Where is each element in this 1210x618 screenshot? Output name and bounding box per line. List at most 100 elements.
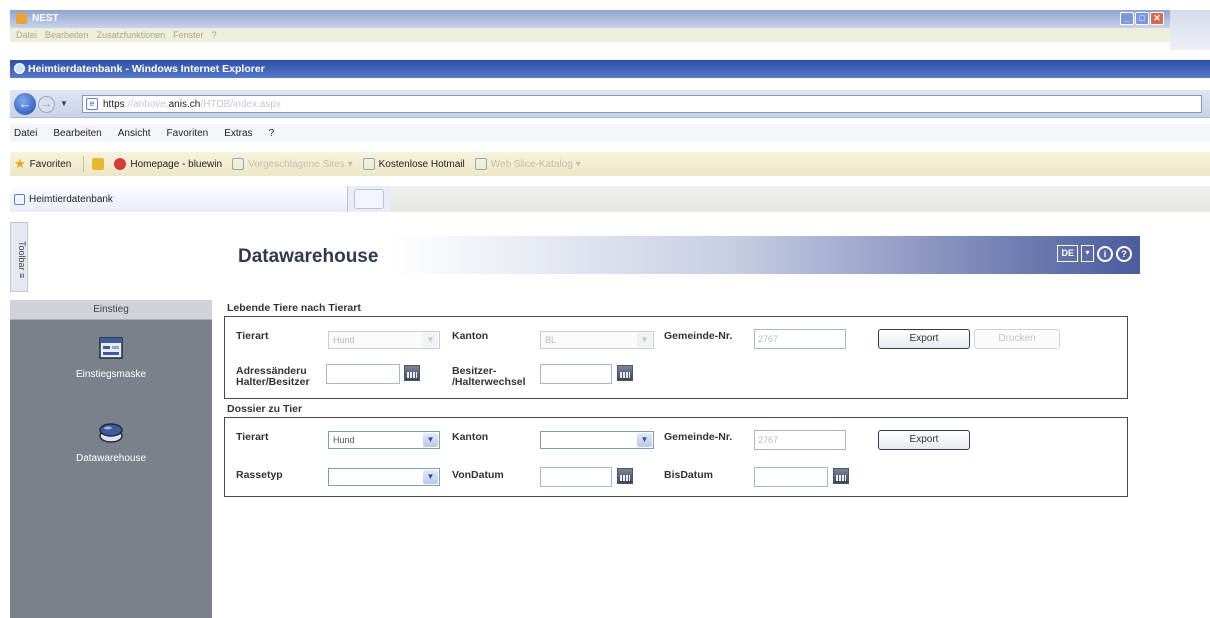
tab-heimtierdatenbank[interactable]: Heimtierdatenbank (10, 186, 348, 212)
page-title: Datawarehouse (238, 246, 379, 267)
gemeinde-label: Gemeinde-Nr. (664, 431, 733, 443)
outer-menu-datei[interactable]: Datei (16, 30, 37, 40)
favorites-label: Favoriten (29, 158, 72, 170)
forward-arrow-icon[interactable]: → (38, 96, 55, 113)
ie-page-icon (362, 158, 375, 170)
chevron-down-icon: ▼ (423, 433, 438, 447)
new-tab-button[interactable] (354, 189, 384, 209)
tab-bar: Heimtierdatenbank (10, 186, 1210, 212)
background-window-strip (1170, 10, 1210, 50)
gemeinde-label: Gemeinde-Nr. (664, 330, 733, 342)
tierart-label: Tierart (236, 431, 269, 443)
url-path: /HTDB/index.aspx (200, 99, 281, 110)
page-icon: e (86, 98, 98, 110)
menu-favoriten[interactable]: Favoriten (167, 128, 209, 139)
besitzerwechsel-label: Besitzer- /Halterwechsel (452, 366, 526, 388)
sidebar-header: Einstieg (10, 300, 212, 320)
address-row: ← → ▼ e https://anbove.anis.ch/HTDB/inde… (10, 90, 1210, 118)
favorites-button[interactable]: ★ Favoriten (14, 156, 71, 172)
sidebar-item-label: Datawarehouse (75, 453, 147, 464)
menu-ansicht[interactable]: Ansicht (118, 128, 151, 139)
select-value: Hund (333, 335, 355, 345)
url-prefix: https (103, 99, 125, 110)
address-url: https://anbove.anis.ch/HTDB/index.aspx (103, 99, 281, 110)
calendar-icon[interactable] (833, 468, 849, 484)
outer-window-titlebar: NEST _ □ ✕ (10, 10, 1170, 28)
toolbar-toggle[interactable]: Toolbar ≡ (10, 222, 28, 292)
fav-web-slice[interactable]: Web Slice-Katalog ▾ (474, 158, 581, 170)
menu-bearbeiten[interactable]: Bearbeiten (53, 128, 101, 139)
calendar-icon[interactable] (404, 365, 420, 381)
tierart-label: Tierart (236, 330, 269, 342)
rassetyp-label: Rassetyp (236, 469, 283, 481)
calendar-icon[interactable] (617, 365, 633, 381)
add-favorite-icon (92, 158, 105, 170)
fav-label: Kostenlose Hotmail (378, 158, 465, 170)
besitzerwechsel-date-input[interactable] (540, 364, 612, 384)
select-value: BL (545, 335, 557, 345)
vondatum-input[interactable] (540, 467, 612, 487)
sidebar-item-einstiegsmaske[interactable]: Einstiegsmaske (10, 336, 212, 380)
fav-homepage-bluewin[interactable]: Homepage - bluewin (114, 158, 222, 170)
calendar-icon[interactable] (617, 468, 633, 484)
tab-label: Heimtierdatenbank (29, 193, 113, 205)
chevron-down-icon: ▼ (423, 470, 438, 484)
address-bar[interactable]: e https://anbove.anis.ch/HTDB/index.aspx (82, 95, 1202, 113)
menu-datei[interactable]: Datei (14, 128, 37, 139)
url-host: anis.ch (168, 99, 201, 110)
outer-menu-bearbeiten[interactable]: Bearbeiten (45, 30, 89, 40)
label-line: Halter/Besitzer (236, 376, 310, 388)
kanton-select[interactable]: ▼ (540, 431, 654, 449)
url-host-faint: ://anbove. (124, 99, 169, 110)
outer-menubar: Datei Bearbeiten Zusatzfunktionen Fenste… (10, 28, 1170, 42)
ie-page-icon (474, 158, 487, 170)
rassetyp-select[interactable]: ▼ (328, 468, 440, 486)
browser-title: Heimtierdatenbank - Windows Internet Exp… (28, 63, 265, 75)
browser-menubar: Datei Bearbeiten Ansicht Favoriten Extra… (10, 124, 1210, 142)
adressaenderung-date-input[interactable] (326, 364, 400, 384)
tierart-select: Hund ▼ (328, 331, 440, 349)
fav-label: Web Slice-Katalog ▾ (490, 158, 581, 170)
fav-label: Homepage - bluewin (130, 158, 223, 170)
minimize-button[interactable]: _ (1120, 12, 1134, 25)
outer-menu-help[interactable]: ? (212, 30, 217, 40)
menu-help[interactable]: ? (269, 128, 275, 139)
menu-extras[interactable]: Extras (224, 128, 252, 139)
ie-icon (14, 63, 25, 74)
app-icon (16, 13, 27, 24)
maximize-button[interactable]: □ (1135, 12, 1149, 25)
history-dropdown-icon[interactable]: ▼ (60, 99, 68, 108)
add-favorite-button[interactable] (92, 158, 105, 170)
divider (83, 156, 85, 172)
bisdatum-label: BisDatum (664, 469, 714, 481)
fav-suggested-sites[interactable]: Vorgeschlagene Sites ▾ (232, 158, 353, 170)
gemeinde-input: 2767 (754, 329, 846, 349)
section-title-dossier: Dossier zu Tier (227, 403, 303, 415)
export-button[interactable]: Export (878, 329, 970, 349)
sidebar-item-datawarehouse[interactable]: Datawarehouse (10, 420, 212, 464)
outer-window-title: NEST (32, 13, 59, 24)
sidebar-item-label: Einstiegsmaske (75, 369, 147, 380)
ie-page-icon (14, 193, 25, 205)
database-icon (99, 423, 123, 443)
favorites-bar: ★ Favoriten Homepage - bluewin Vorgeschl… (10, 152, 1210, 176)
bisdatum-input[interactable] (754, 467, 828, 487)
page-header: Datawarehouse DE ▾ i ? (226, 236, 1140, 274)
close-button[interactable]: ✕ (1150, 12, 1164, 25)
back-arrow-icon[interactable]: ← (14, 93, 36, 115)
fav-hotmail[interactable]: Kostenlose Hotmail (362, 158, 465, 170)
browser-titlebar: Heimtierdatenbank - Windows Internet Exp… (10, 60, 1210, 78)
language-select[interactable]: DE (1057, 245, 1078, 262)
adressaenderung-label: Adressänderu Halter/Besitzer (236, 366, 310, 388)
chevron-down-icon: ▼ (637, 433, 652, 447)
help-icon[interactable]: ? (1116, 245, 1132, 262)
chevron-down-icon[interactable]: ▾ (1081, 245, 1094, 262)
bluewin-icon (114, 158, 127, 170)
ie-page-icon (232, 158, 245, 170)
gemeinde-input[interactable]: 2767 (754, 430, 846, 450)
outer-menu-fenster[interactable]: Fenster (173, 30, 204, 40)
export-button[interactable]: Export (878, 430, 970, 450)
tierart-select[interactable]: Hund ▼ (328, 431, 440, 449)
outer-menu-zusatzfunktionen[interactable]: Zusatzfunktionen (97, 30, 166, 40)
info-icon[interactable]: i (1097, 245, 1113, 262)
